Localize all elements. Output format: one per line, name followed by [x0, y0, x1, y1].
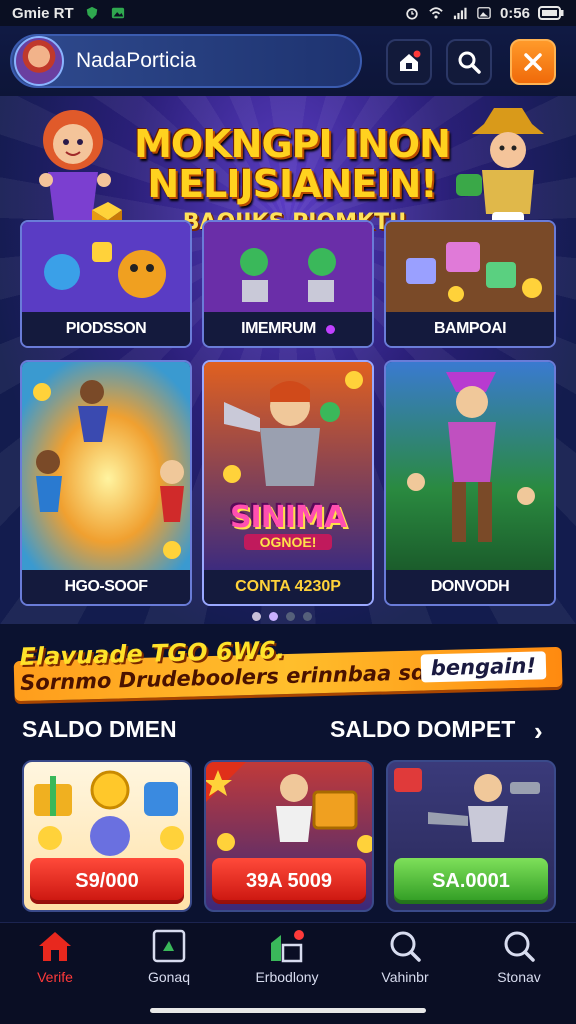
home-icon [39, 932, 71, 961]
game-card[interactable]: IMEMRUM [202, 220, 374, 348]
featured-game-logo: SINIMA [229, 500, 347, 535]
carousel-dot[interactable] [303, 612, 312, 621]
home-indicator[interactable] [150, 1008, 426, 1013]
game-card-title-text: IMEMRUM [241, 320, 316, 337]
status-clock: 0:56 [499, 4, 530, 22]
game-card-title: HGO-SOOF [22, 570, 190, 604]
game-card[interactable]: BAMPOAI [384, 220, 556, 348]
coins-gift-icon [34, 770, 184, 856]
nav-label: Gonaq [147, 969, 191, 985]
nav-label: Erbodlony [255, 969, 319, 985]
notification-button[interactable] [386, 39, 432, 85]
featured-game-logo-sub: OGNOE! [244, 534, 332, 550]
game-card-featured[interactable]: SINIMA OGNOE! CONTA 4230P [202, 360, 374, 606]
close-button[interactable] [510, 39, 556, 85]
app-header: NadaPorticia [0, 26, 576, 96]
nav-item-promo[interactable]: Erbodlony [232, 929, 342, 999]
nav-item-account[interactable]: Stonav [464, 929, 574, 999]
game-card-art [386, 362, 554, 574]
image-icon [477, 7, 491, 19]
wifi-icon [429, 7, 443, 19]
nav-label: Stonav [497, 969, 541, 985]
alarm-icon [406, 8, 418, 20]
search-button[interactable] [446, 39, 492, 85]
game-card-art [204, 222, 372, 316]
game-card[interactable]: PIODSSON [20, 220, 192, 348]
nav-item-home[interactable]: Verife [0, 929, 110, 999]
nav-item-games[interactable]: Gonaq [114, 929, 224, 999]
search-icon [458, 51, 481, 74]
battery-icon [538, 6, 564, 20]
game-card-title: BAMPOAI [386, 312, 554, 346]
saldo-title-right[interactable]: SALDO DOMPET [330, 716, 515, 743]
status-bar: Gmie RT 0:56 [0, 0, 576, 26]
image-icon [111, 7, 124, 19]
user-profile-pill[interactable]: NadaPorticia [10, 34, 362, 88]
search-icon [390, 931, 421, 962]
signal-icon [453, 7, 467, 20]
game-card-title: DONVODH [386, 570, 554, 604]
wallet-amount-button[interactable]: 39A 5009 [212, 858, 366, 904]
username: NadaPorticia [76, 49, 197, 72]
wallet-card[interactable]: S9/000 [22, 760, 192, 912]
game-card[interactable]: HGO-SOOF [20, 360, 192, 606]
fighter-character-icon [394, 768, 540, 842]
avatar[interactable] [14, 36, 64, 86]
game-card-title: IMEMRUM [204, 312, 372, 346]
carousel-dot-active[interactable] [269, 612, 278, 621]
wallet-card[interactable]: SA.0001 [386, 760, 556, 912]
carousel-dot[interactable] [286, 612, 295, 621]
badge-dot [325, 324, 335, 334]
game-card-art [22, 222, 190, 316]
game-card-art [22, 362, 190, 574]
saldo-title-left: SALDO DMEN [22, 716, 177, 742]
chevron-right-icon[interactable]: › [534, 716, 543, 747]
nav-item-search[interactable]: Vahinbr [350, 929, 460, 999]
game-card-art [386, 222, 554, 316]
games-icon [152, 929, 186, 963]
promo-ribbon[interactable]: Elavuade TGO 6W6. Sornmo Drudeboolers er… [13, 629, 563, 711]
game-card-title: PIODSSON [22, 312, 190, 346]
shield-icon [86, 6, 97, 20]
carousel-dots [252, 612, 312, 621]
wallet-amount-button[interactable]: S9/000 [30, 858, 184, 904]
banner-title: MOKNGPI INON NELIJSIANEIN! [134, 122, 451, 206]
promo-tag: bengain! [420, 651, 547, 683]
wallet-card[interactable]: 39A 5009 [204, 760, 374, 912]
wallet-amount-button[interactable]: SA.0001 [394, 858, 548, 904]
game-card-title: CONTA 4230P [204, 570, 372, 604]
promo-icon [271, 930, 304, 963]
status-time: Gmie RT [12, 4, 74, 22]
close-icon [524, 53, 542, 71]
treasure-character-icon [206, 762, 372, 853]
search-icon [504, 931, 535, 962]
nav-label: Verife [37, 969, 73, 985]
nav-label: Vahinbr [381, 969, 429, 985]
home-badge-icon [400, 50, 421, 71]
game-card[interactable]: DONVODH [384, 360, 556, 606]
carousel-dot[interactable] [252, 612, 261, 621]
promo-banner[interactable]: MOKNGPI INON NELIJSIANEIN! BAOIIKS PIOMK… [0, 96, 576, 624]
